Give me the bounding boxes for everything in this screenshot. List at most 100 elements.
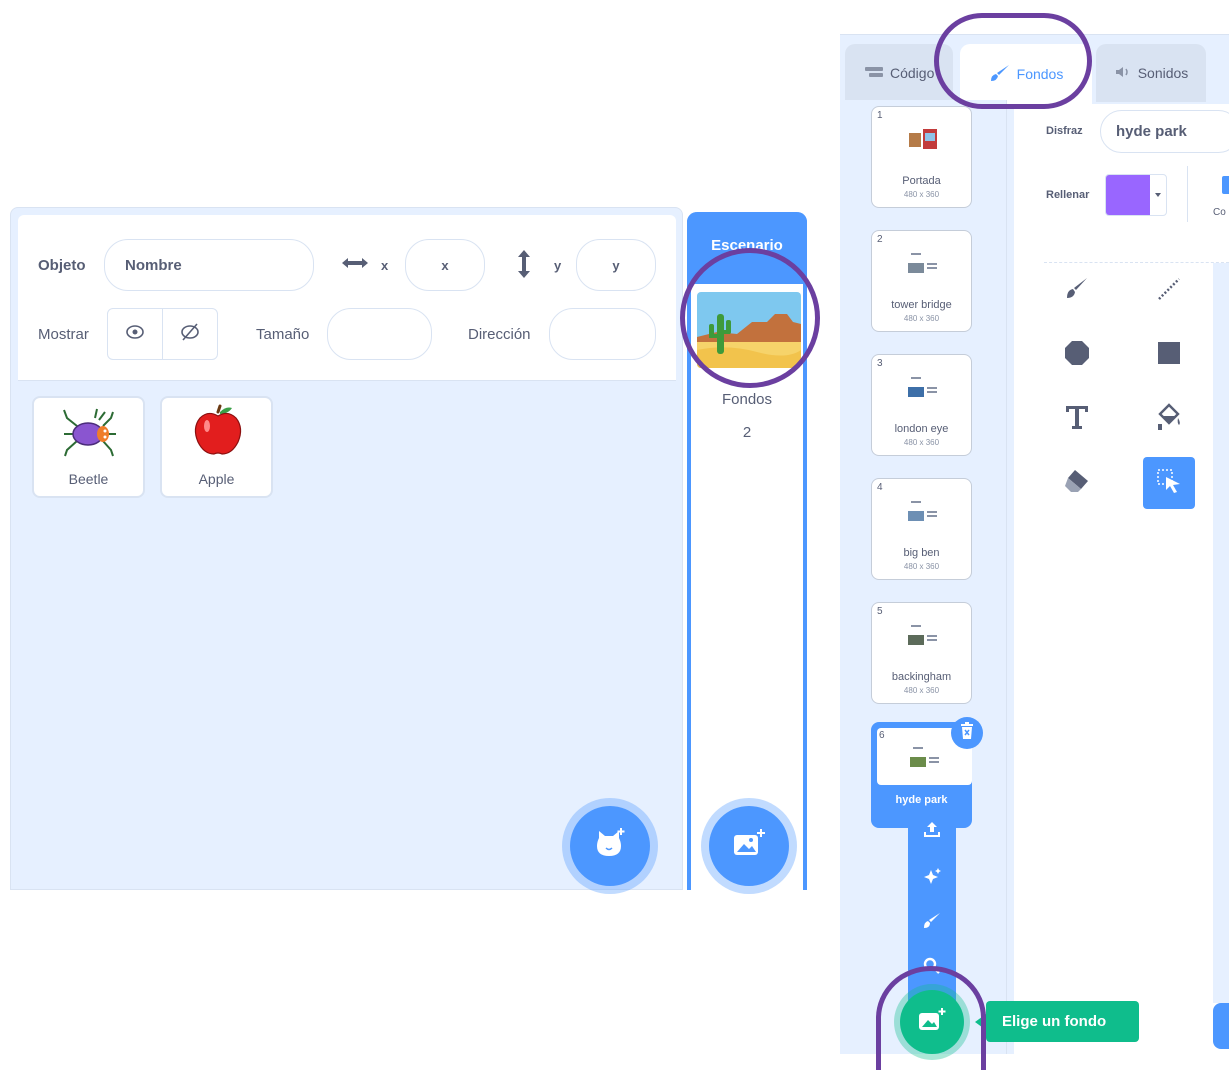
stage-thumbnail[interactable]: [697, 292, 801, 368]
toolbar-divider: [1187, 166, 1188, 222]
backdrop-name-value: hyde park: [1116, 123, 1187, 140]
line-tool[interactable]: [1143, 265, 1195, 317]
circle-tool[interactable]: [1051, 329, 1103, 381]
surprise-backdrop-button[interactable]: [920, 866, 944, 890]
search-backdrop-button[interactable]: [920, 956, 944, 980]
backdrop-item-3[interactable]: 3 london eye 480 x 360: [871, 354, 972, 456]
paint-editor: [1014, 104, 1229, 1054]
outline-label-partial: Co: [1213, 207, 1226, 218]
outline-color-swatch[interactable]: [1222, 176, 1229, 194]
costume-name-label: Disfraz: [1046, 125, 1083, 137]
toolbar-separator: [1044, 262, 1229, 263]
tab-code[interactable]: Código: [845, 44, 953, 102]
select-tool[interactable]: [1143, 457, 1195, 509]
tab-sounds-label: Sonidos: [1137, 65, 1189, 81]
y-label: y: [554, 258, 562, 273]
backdrop-number: 2: [877, 234, 883, 245]
brush-tool[interactable]: [1051, 265, 1103, 317]
backdrop-size: 480 x 360: [903, 438, 940, 447]
backdrop-thumbnail-icon: [905, 125, 941, 155]
costume-fab-partial[interactable]: [1213, 1003, 1229, 1049]
image-add-icon: [917, 1007, 947, 1038]
sparkle-icon: [922, 866, 942, 891]
upload-icon: [922, 819, 942, 844]
choose-sprite-button[interactable]: [570, 806, 650, 886]
backdrop-name: london eye: [894, 423, 949, 435]
tab-backdrops-label: Fondos: [1016, 66, 1064, 82]
backdrop-number: 3: [877, 358, 883, 369]
visibility-toggle: [107, 308, 218, 360]
tab-code-label: Código: [890, 65, 934, 81]
line-icon: [1155, 275, 1183, 308]
choose-backdrop-fab[interactable]: [900, 990, 964, 1054]
backdrop-name: Portada: [902, 175, 941, 187]
choose-backdrop-tooltip: Elige un fondo: [986, 1001, 1139, 1042]
paintbrush-icon: [922, 911, 942, 936]
delete-backdrop-button[interactable]: [951, 717, 983, 749]
backdrop-size: 480 x 360: [903, 190, 940, 199]
paint-canvas[interactable]: [1213, 263, 1229, 1003]
backdrop-name: tower bridge: [891, 299, 952, 311]
circle-icon: [1063, 339, 1091, 372]
cat-add-icon: [592, 826, 628, 867]
eraser-tool[interactable]: [1051, 457, 1103, 509]
desert-backdrop-icon: [697, 292, 801, 368]
hide-button[interactable]: [163, 309, 217, 359]
text-tool[interactable]: [1051, 393, 1103, 445]
sprite-card-beetle[interactable]: Beetle: [32, 396, 145, 498]
choose-backdrop-button[interactable]: [709, 806, 789, 886]
backdrop-number: 4: [877, 482, 883, 493]
paint-bucket-icon: [1154, 402, 1184, 437]
backdrop-item-1[interactable]: 1 Portada 480 x 360: [871, 106, 972, 208]
paint-backdrop-button[interactable]: [920, 911, 944, 935]
horizontal-arrows-icon: [340, 253, 370, 278]
eye-icon: [124, 324, 146, 345]
size-label: Tamaño: [256, 326, 310, 343]
stage-header: Escenario: [687, 212, 807, 284]
backdrop-number: 5: [877, 606, 883, 617]
tab-backdrops[interactable]: Fondos: [960, 44, 1092, 104]
fill-color-picker[interactable]: [1105, 174, 1167, 216]
backdrop-item-2[interactable]: 2 tower bridge 480 x 360: [871, 230, 972, 332]
stage-backdrops-label: Fondos: [721, 391, 773, 408]
size-input[interactable]: [327, 308, 432, 360]
backdrop-name: backingham: [891, 671, 952, 683]
backdrop-name: hyde park: [895, 794, 948, 806]
sprite-name-beetle: Beetle: [68, 471, 109, 487]
rectangle-tool[interactable]: [1143, 329, 1195, 381]
upload-backdrop-button[interactable]: [920, 819, 944, 843]
rectangle-icon: [1155, 339, 1183, 372]
backdrop-name-input[interactable]: hyde park: [1100, 110, 1229, 153]
backdrop-item-5[interactable]: 5 backingham 480 x 360: [871, 602, 972, 704]
paintbrush-icon: [989, 63, 1011, 86]
backdrop-size: 480 x 360: [903, 314, 940, 323]
caret-down-icon: [1150, 175, 1166, 215]
sprite-name-apple: Apple: [198, 471, 235, 487]
sprite-card-apple[interactable]: Apple: [160, 396, 273, 498]
speaker-icon: [1114, 65, 1132, 82]
eraser-icon: [1063, 467, 1091, 500]
sprite-name-input[interactable]: Nombre: [104, 239, 314, 291]
stage-header-label: Escenario: [711, 236, 783, 254]
brush-icon: [1063, 275, 1091, 308]
direction-input[interactable]: [549, 308, 656, 360]
backdrop-number: 1: [877, 110, 883, 121]
stage-backdrops-count: 2: [742, 424, 752, 441]
backdrop-size: 480 x 360: [903, 562, 940, 571]
show-label: Mostrar: [38, 326, 89, 343]
tab-sounds[interactable]: Sonidos: [1096, 44, 1206, 102]
apple-icon: [190, 404, 246, 463]
fill-tool[interactable]: [1143, 393, 1195, 445]
tooltip-text: Elige un fondo: [1002, 1013, 1107, 1030]
y-input[interactable]: y: [576, 239, 656, 291]
show-button[interactable]: [108, 309, 163, 359]
sprite-name-placeholder: Nombre: [125, 256, 182, 274]
backdrop-thumbnail-icon: [905, 373, 941, 403]
vertical-arrows-icon: [516, 248, 532, 285]
backdrop-item-4[interactable]: 4 big ben 480 x 360: [871, 478, 972, 580]
x-placeholder: x: [441, 257, 449, 273]
x-input[interactable]: x: [405, 239, 485, 291]
fill-color-swatch: [1106, 175, 1150, 215]
editor-top-border: [840, 34, 1229, 35]
direction-label: Dirección: [468, 326, 531, 343]
